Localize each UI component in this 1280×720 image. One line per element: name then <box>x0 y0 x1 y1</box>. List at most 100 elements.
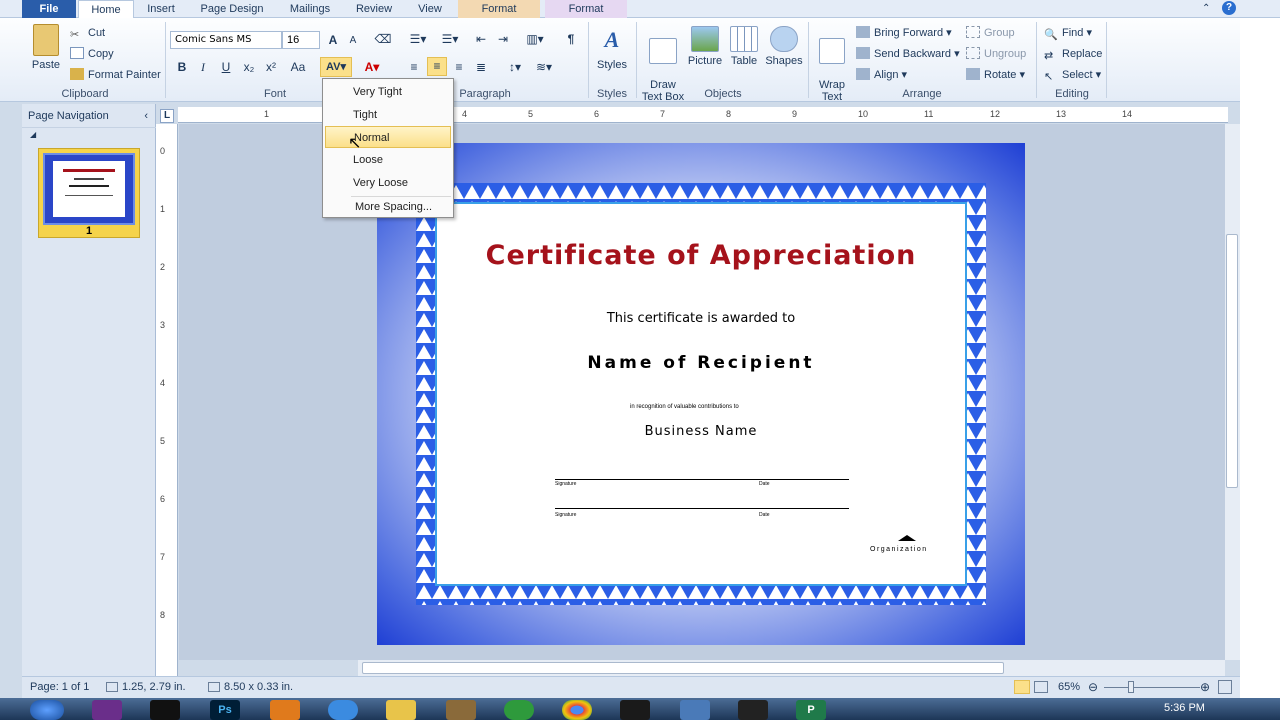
menu-item-very-loose[interactable]: Very Loose <box>325 172 451 194</box>
zoom-level[interactable]: 65% <box>1058 681 1080 693</box>
paragraph-spacing-icon[interactable]: ≋▾ <box>532 59 556 75</box>
recognition-text[interactable]: in recognition of valuable contributions… <box>580 404 820 410</box>
tab-view[interactable]: View <box>410 0 450 18</box>
increase-indent-icon[interactable]: ⇥ <box>494 31 512 47</box>
cut-button[interactable]: ✂ Cut <box>70 26 105 41</box>
horizontal-scroll-thumb[interactable] <box>362 662 1004 674</box>
utorrent-icon[interactable] <box>504 700 534 720</box>
zoom-out-icon[interactable]: ⊖ <box>1088 680 1098 694</box>
zoom-slider[interactable] <box>1104 687 1200 688</box>
object-size[interactable]: 8.50 x 0.33 in. <box>208 681 293 693</box>
folder-icon[interactable] <box>386 700 416 720</box>
font-color-button[interactable]: A▾ <box>360 59 384 75</box>
replace-button[interactable]: ⇄ Replace <box>1044 47 1102 62</box>
zoom-in-icon[interactable]: ⊕ <box>1200 680 1210 694</box>
tab-selector[interactable]: L <box>160 109 174 123</box>
business-name[interactable]: Business Name <box>435 424 967 439</box>
tab-review[interactable]: Review <box>350 0 398 18</box>
page-thumbnail[interactable]: 1 <box>38 148 140 238</box>
line-spacing-icon[interactable]: ↕▾ <box>502 59 528 75</box>
tab-format-picture[interactable]: Format <box>545 0 627 18</box>
help-icon[interactable]: ? <box>1222 1 1236 15</box>
superscript-button[interactable]: x² <box>262 59 280 75</box>
menu-item-loose[interactable]: Loose <box>325 149 451 171</box>
taskbar-app-icon[interactable] <box>680 700 710 720</box>
align-button[interactable]: Align ▾ <box>856 68 907 82</box>
numbering-icon[interactable]: ☰▾ <box>436 31 464 47</box>
tab-file[interactable]: File <box>22 0 76 18</box>
justify-icon[interactable]: ≣ <box>472 59 490 75</box>
paste-button[interactable]: Paste <box>28 24 64 71</box>
clock[interactable]: 5:36 PM <box>1164 702 1205 714</box>
select-button[interactable]: ↖ Select ▾ <box>1044 68 1101 83</box>
chrome-icon[interactable] <box>562 700 592 720</box>
menu-item-more-spacing[interactable]: More Spacing... <box>325 196 451 218</box>
send-backward-button[interactable]: Send Backward ▾ <box>856 47 960 61</box>
taskbar-app-icon[interactable] <box>92 700 122 720</box>
align-left-icon[interactable]: ≡ <box>405 59 423 75</box>
tab-format-text[interactable]: Format <box>458 0 540 18</box>
rotate-button[interactable]: Rotate ▾ <box>966 68 1025 82</box>
object-position[interactable]: 1.25, 2.79 in. <box>106 681 186 693</box>
page-count[interactable]: Page: 1 of 1 <box>30 681 89 693</box>
expand-icon[interactable]: ◢ <box>30 130 36 139</box>
taskbar-app-icon[interactable] <box>328 700 358 720</box>
picture-button[interactable]: Picture <box>686 26 724 67</box>
clear-formatting-icon[interactable]: ⌫ <box>374 31 392 47</box>
shrink-font-button[interactable]: A <box>344 33 362 49</box>
tab-insert[interactable]: Insert <box>140 0 182 18</box>
minimize-ribbon-icon[interactable]: ⌃ <box>1202 3 1210 14</box>
underline-button[interactable]: U <box>217 59 235 75</box>
zoom-slider-handle[interactable] <box>1128 681 1134 693</box>
collapse-pane-icon[interactable]: ‹ <box>144 104 148 128</box>
wrap-text-button[interactable]: Wrap Text <box>812 26 852 103</box>
tab-mailings[interactable]: Mailings <box>282 0 338 18</box>
awarded-text[interactable]: This certificate is awarded to <box>435 311 967 326</box>
format-painter-button[interactable]: Format Painter <box>70 68 161 82</box>
tab-home[interactable]: Home <box>78 0 134 19</box>
styles-button[interactable]: A Styles <box>594 26 630 71</box>
menu-item-very-tight[interactable]: Very Tight <box>325 81 451 103</box>
vertical-ruler[interactable]: 0 1 2 3 4 5 6 7 8 <box>156 124 178 676</box>
thumbnail-paper <box>53 161 125 217</box>
align-right-icon[interactable]: ≡ <box>450 59 468 75</box>
menu-item-normal[interactable]: Normal <box>325 126 451 148</box>
recipient-name[interactable]: Name of Recipient <box>435 353 967 373</box>
columns-icon[interactable]: ▥▾ <box>522 31 548 47</box>
character-spacing-button[interactable]: AV▾ <box>320 57 352 77</box>
copy-button[interactable]: Copy <box>70 47 114 61</box>
certificate-title[interactable]: Certificate of Appreciation <box>435 240 967 271</box>
bring-forward-button[interactable]: Bring Forward ▾ <box>856 26 952 40</box>
taskbar-app-icon[interactable] <box>738 700 768 720</box>
group-button[interactable]: Group <box>966 26 1015 40</box>
vertical-scroll-thumb[interactable] <box>1226 234 1238 488</box>
ungroup-button[interactable]: Ungroup <box>966 47 1026 61</box>
organization-label[interactable]: Organization <box>870 546 928 553</box>
shapes-button[interactable]: Shapes <box>764 26 804 67</box>
change-case-button[interactable]: Aa <box>286 59 310 75</box>
bullets-icon[interactable]: ☰▾ <box>404 31 432 47</box>
decrease-indent-icon[interactable]: ⇤ <box>472 31 490 47</box>
paint-icon[interactable] <box>446 700 476 720</box>
taskbar-app-icon[interactable] <box>150 700 180 720</box>
two-page-view-icon[interactable] <box>1034 681 1048 693</box>
photoshop-icon[interactable]: Ps <box>210 700 240 720</box>
find-button[interactable]: 🔍 Find ▾ <box>1044 26 1092 41</box>
single-page-view-icon[interactable] <box>1014 680 1030 694</box>
taskbar-app-icon[interactable] <box>620 700 650 720</box>
fit-page-icon[interactable] <box>1218 680 1232 694</box>
italic-button[interactable]: I <box>194 59 212 75</box>
subscript-button[interactable]: x₂ <box>240 59 258 75</box>
show-formatting-button[interactable]: ¶ <box>562 31 580 47</box>
publisher-icon[interactable]: P <box>796 700 826 720</box>
taskbar-app-icon[interactable] <box>270 700 300 720</box>
font-family-select[interactable]: Comic Sans MS <box>170 31 282 49</box>
bold-button[interactable]: B <box>173 59 191 75</box>
start-button[interactable] <box>30 700 64 720</box>
align-center-icon[interactable]: ≡ <box>427 57 447 76</box>
menu-item-tight[interactable]: Tight <box>325 104 451 126</box>
font-size-select[interactable]: 16 <box>282 31 320 49</box>
grow-font-button[interactable]: A <box>324 32 342 48</box>
tab-page-design[interactable]: Page Design <box>194 0 270 18</box>
table-button[interactable]: Table <box>726 26 762 67</box>
